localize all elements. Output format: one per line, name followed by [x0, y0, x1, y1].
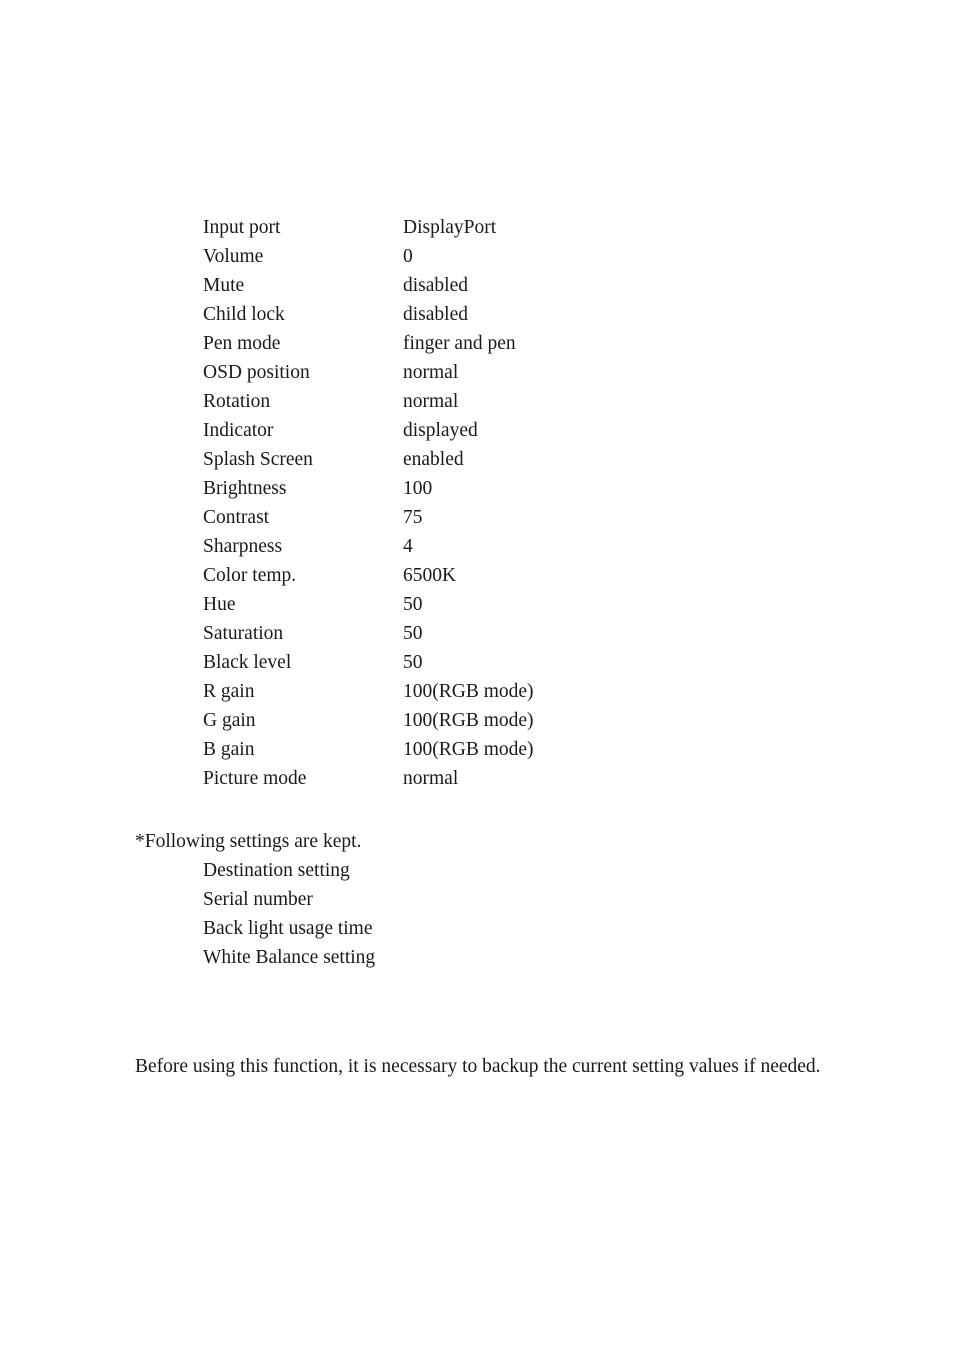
setting-value: normal — [403, 362, 459, 383]
setting-value: displayed — [403, 420, 478, 441]
setting-value: 100 — [403, 478, 433, 499]
table-row: Mute disabled — [203, 276, 743, 305]
setting-value: 4 — [403, 536, 413, 557]
setting-label: Color temp. — [203, 565, 297, 586]
kept-settings-block: *Following settings are kept. Destinatio… — [135, 827, 375, 972]
table-row: B gain 100(RGB mode) — [203, 740, 743, 769]
table-row: Hue 50 — [203, 595, 743, 624]
table-row: Rotation normal — [203, 392, 743, 421]
table-row: Brightness 100 — [203, 479, 743, 508]
table-row: Pen mode finger and pen — [203, 334, 743, 363]
settings-table: Input port DisplayPort Volume 0 Mute dis… — [203, 218, 743, 798]
setting-value: 0 — [403, 246, 413, 267]
document-page: Input port DisplayPort Volume 0 Mute dis… — [0, 0, 954, 1350]
kept-settings-list: Destination setting Serial number Back l… — [135, 856, 375, 972]
table-row: Input port DisplayPort — [203, 218, 743, 247]
setting-label: Saturation — [203, 623, 284, 644]
setting-label: G gain — [203, 710, 256, 731]
footer-note: Before using this function, it is necess… — [135, 1056, 821, 1077]
table-row: Volume 0 — [203, 247, 743, 276]
setting-value: normal — [403, 768, 459, 789]
table-row: Contrast 75 — [203, 508, 743, 537]
setting-label: Splash Screen — [203, 449, 313, 470]
setting-value: 50 — [403, 623, 423, 644]
table-row: Picture mode normal — [203, 769, 743, 798]
setting-value: disabled — [403, 304, 468, 325]
setting-label: Black level — [203, 652, 292, 673]
setting-value: enabled — [403, 449, 464, 470]
list-item: Back light usage time — [203, 918, 373, 939]
setting-label: Brightness — [203, 478, 287, 499]
table-row: R gain 100(RGB mode) — [203, 682, 743, 711]
setting-label: OSD position — [203, 362, 310, 383]
setting-label: Picture mode — [203, 768, 307, 789]
list-item: Serial number — [203, 889, 313, 910]
setting-label: Volume — [203, 246, 264, 267]
setting-value: 50 — [403, 652, 423, 673]
setting-label: Contrast — [203, 507, 270, 528]
setting-label: Sharpness — [203, 536, 283, 557]
setting-label: Indicator — [203, 420, 274, 441]
setting-value: DisplayPort — [403, 217, 497, 238]
setting-value: 100(RGB mode) — [403, 681, 534, 702]
settings-table-body: Input port DisplayPort Volume 0 Mute dis… — [203, 218, 743, 798]
table-row: Splash Screen enabled — [203, 450, 743, 479]
setting-value: 50 — [403, 594, 423, 615]
setting-value: 100(RGB mode) — [403, 739, 534, 760]
setting-value: disabled — [403, 275, 468, 296]
setting-value: 6500K — [403, 565, 457, 586]
setting-label: Mute — [203, 275, 245, 296]
setting-value: 75 — [403, 507, 423, 528]
setting-label: Rotation — [203, 391, 271, 412]
kept-settings-note: *Following settings are kept. — [135, 831, 362, 852]
table-row: Child lock disabled — [203, 305, 743, 334]
setting-label: Pen mode — [203, 333, 281, 354]
table-row: G gain 100(RGB mode) — [203, 711, 743, 740]
table-row: OSD position normal — [203, 363, 743, 392]
setting-value: 100(RGB mode) — [403, 710, 534, 731]
table-row: Saturation 50 — [203, 624, 743, 653]
table-row: Sharpness 4 — [203, 537, 743, 566]
setting-value: finger and pen — [403, 333, 516, 354]
setting-label: Input port — [203, 217, 281, 238]
table-row: Indicator displayed — [203, 421, 743, 450]
setting-label: R gain — [203, 681, 255, 702]
table-row: Color temp. 6500K — [203, 566, 743, 595]
setting-label: B gain — [203, 739, 255, 760]
table-row: Black level 50 — [203, 653, 743, 682]
setting-label: Child lock — [203, 304, 285, 325]
setting-value: normal — [403, 391, 459, 412]
list-item: White Balance setting — [203, 947, 376, 968]
setting-label: Hue — [203, 594, 236, 615]
list-item: Destination setting — [203, 860, 350, 881]
